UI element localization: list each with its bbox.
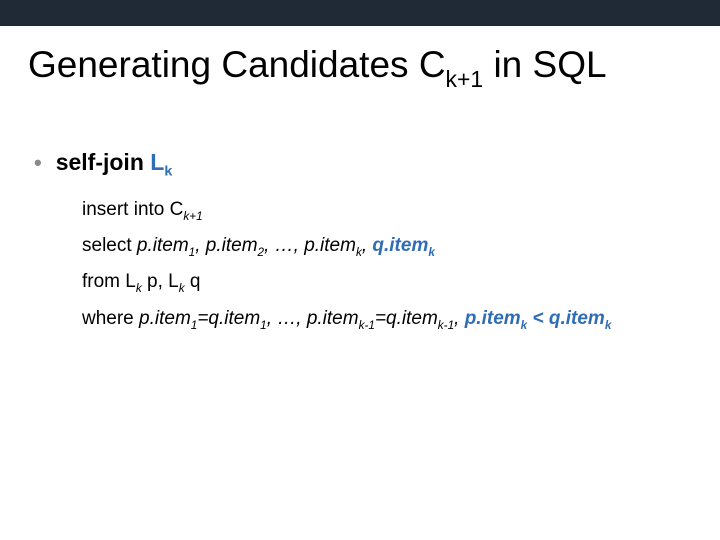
sql-l2a: select [82, 235, 137, 256]
bullet-text: self-join Lk [56, 149, 173, 180]
slide-body: • self-join Lk insert into Ck+1 select p… [34, 149, 720, 336]
sql-l4hs: k [605, 318, 612, 331]
title-sub: k+1 [446, 66, 484, 92]
sql-l2c: , p.item [195, 235, 257, 256]
sql-l2d: , …, p.item [264, 235, 356, 256]
sql-l4ds: k-1 [359, 318, 375, 331]
sql-block: insert into Ck+1 select p.item1, p.item2… [82, 192, 720, 337]
sql-l4g: p.item [465, 308, 521, 329]
sql-l3b: p, L [142, 271, 179, 292]
sql-l2f: q.item [372, 235, 428, 256]
sql-l4f: , [454, 308, 465, 329]
sql-l4e: =q.item [375, 308, 438, 329]
sql-l2e: , [362, 235, 373, 256]
bullet-pre: self-join [56, 149, 151, 175]
bullet-selfjoin: • self-join Lk [34, 149, 720, 180]
bullet-L-sub: k [164, 164, 172, 180]
slide: Generating Candidates Ck+1 in SQL • self… [0, 0, 720, 540]
bullet-dot-icon: • [34, 152, 42, 174]
sql-l4h: < q.item [527, 308, 605, 329]
sql-insert-line: insert into Ck+1 [82, 192, 720, 228]
top-bar [0, 0, 720, 26]
sql-l4a: where [82, 308, 139, 329]
slide-title: Generating Candidates Ck+1 in SQL [28, 44, 720, 91]
sql-l4es: k-1 [438, 318, 454, 331]
title-post: in SQL [483, 44, 606, 85]
sql-l3c: q [185, 271, 201, 292]
sql-l2fs: k [428, 246, 435, 259]
sql-from-line: from Lk p, Lk q [82, 264, 720, 300]
title-pre: Generating Candidates C [28, 44, 446, 85]
sql-l1a: insert into C [82, 199, 183, 220]
sql-l2b: p.item [137, 235, 189, 256]
sql-l4c: =q.item [197, 308, 260, 329]
sql-l4d: , …, p.item [267, 308, 359, 329]
sql-select-line: select p.item1, p.item2, …, p.itemk, q.i… [82, 228, 720, 264]
sql-l4b: p.item [139, 308, 191, 329]
bullet-L: L [150, 149, 164, 175]
sql-where-line: where p.item1=q.item1, …, p.itemk-1=q.it… [82, 301, 720, 337]
sql-l1-sub: k+1 [183, 210, 202, 223]
sql-l3a: from L [82, 271, 136, 292]
